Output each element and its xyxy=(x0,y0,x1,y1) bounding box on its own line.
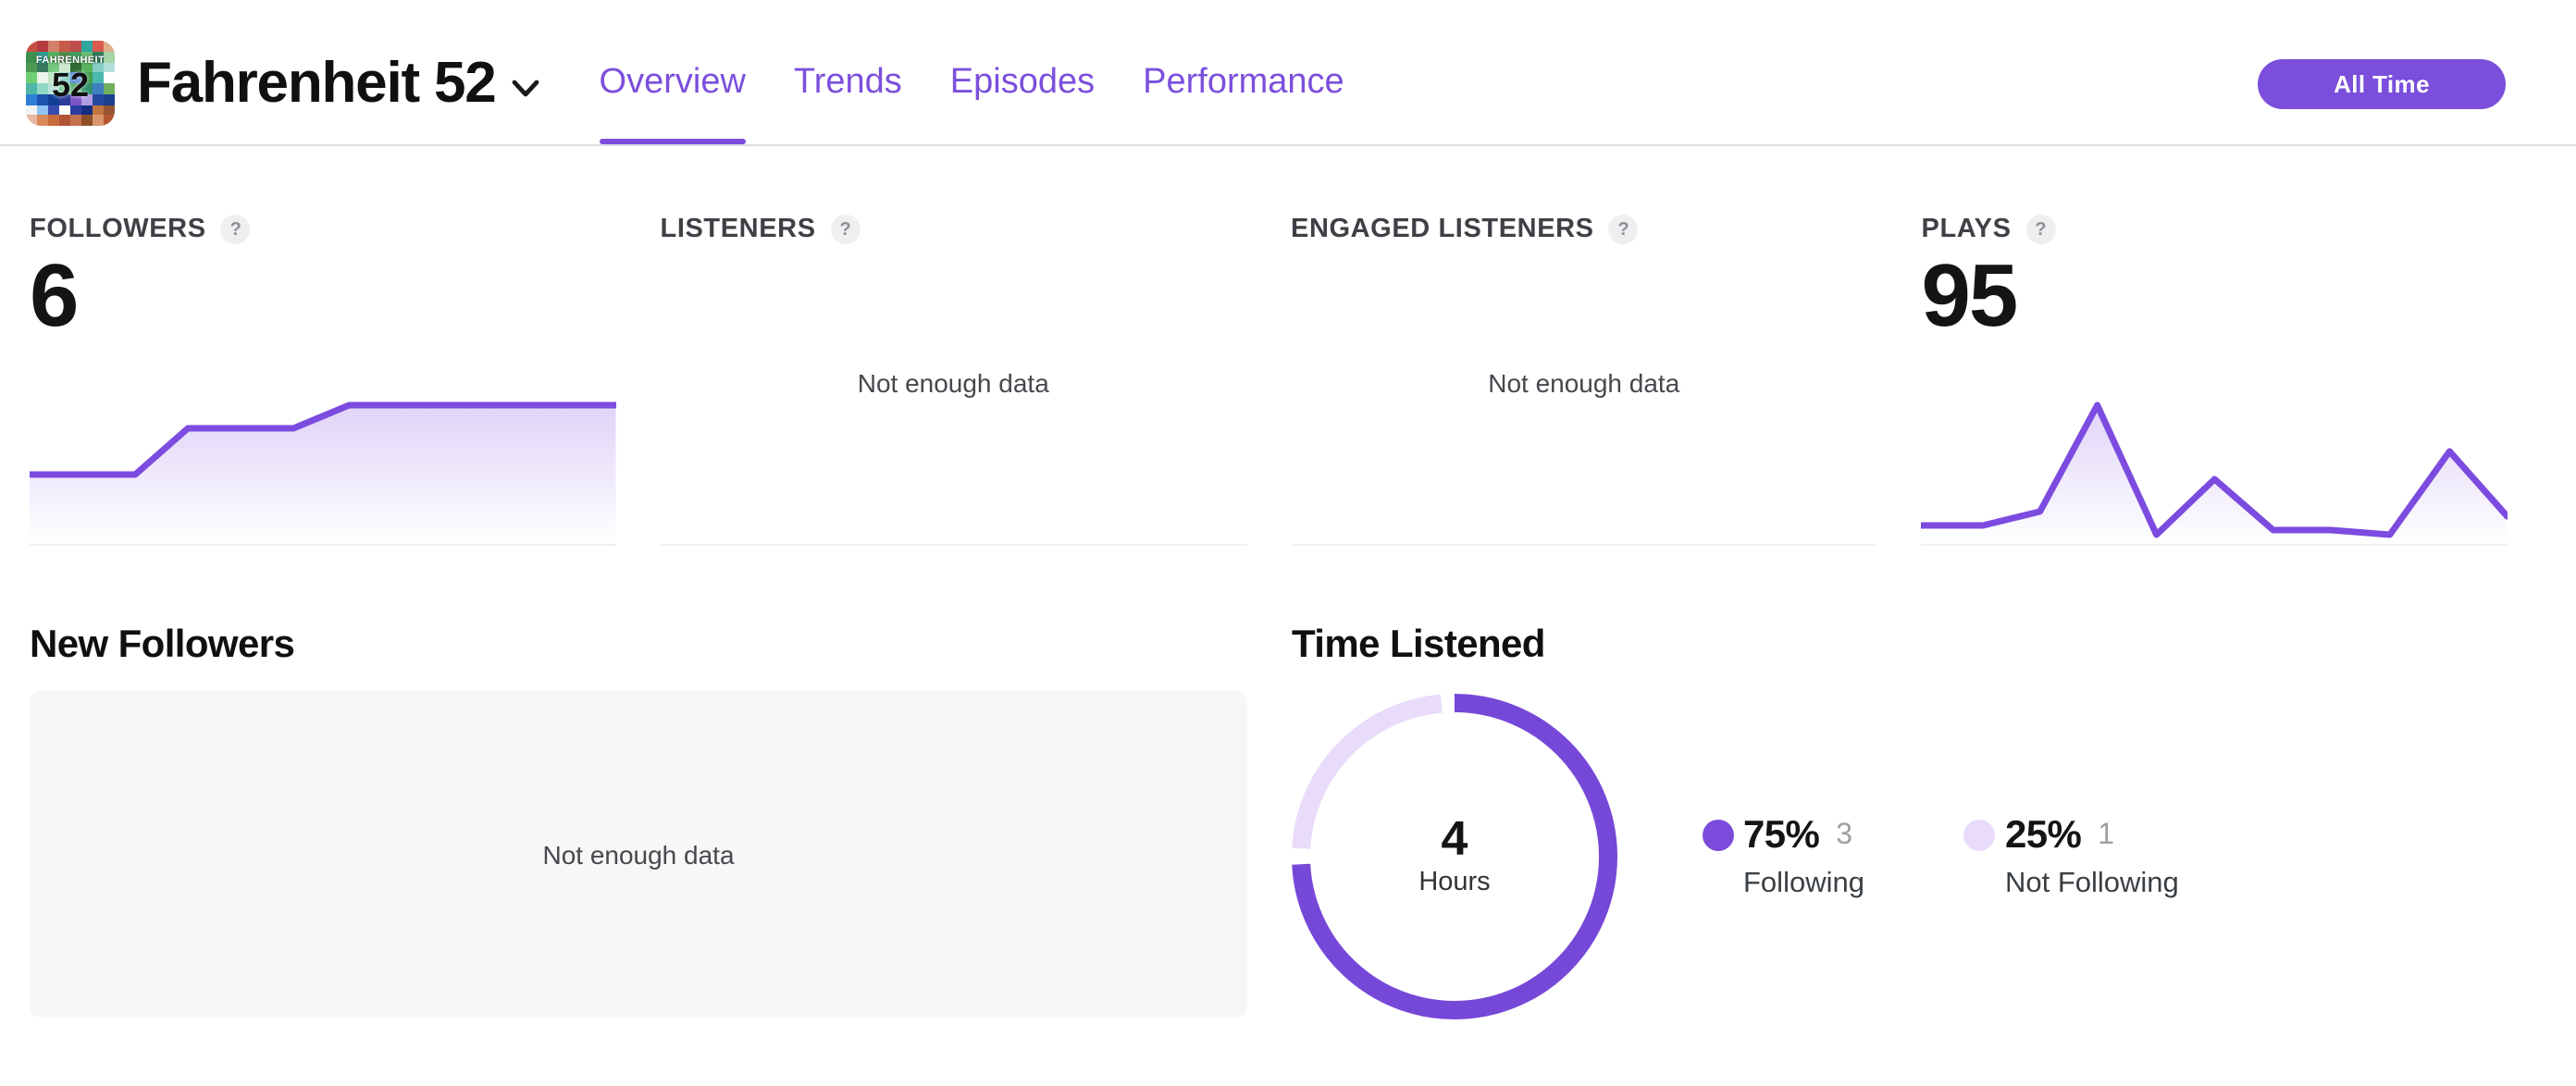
time-listened-section: Time Listened 4 Hours 75% 3 Following 25… xyxy=(1292,622,2508,1030)
nav-tabs: Overview Trends Episodes Performance xyxy=(599,22,1344,144)
stat-plays-label: PLAYS xyxy=(1921,215,2012,244)
new-followers-title: New Followers xyxy=(30,623,295,666)
page-title: Fahrenheit 52 xyxy=(137,50,497,115)
chevron-down-icon[interactable] xyxy=(511,79,540,97)
tab-overview[interactable]: Overview xyxy=(599,22,747,144)
header: FAHRENHEIT 52 Fahrenheit 52 Overview Tre… xyxy=(0,0,2576,146)
legend-dot-following xyxy=(1703,820,1734,851)
followers-sparkline-chart xyxy=(30,368,616,544)
new-followers-empty-panel: Not enough data xyxy=(30,690,1247,1018)
help-icon[interactable]: ? xyxy=(1608,215,1639,244)
new-followers-empty-text: Not enough data xyxy=(542,839,735,869)
donut-legend: 75% 3 Following 25% 1 Not Following xyxy=(1703,813,2179,900)
legend-label-not-following: Not Following xyxy=(2004,867,2179,898)
show-artwork-text-number: 52 xyxy=(51,67,90,104)
legend-percent-not-following: 25% xyxy=(2004,813,2082,856)
show-switcher[interactable]: FAHRENHEIT 52 Fahrenheit 52 xyxy=(26,41,540,126)
stat-followers-label: FOLLOWERS xyxy=(30,215,206,244)
legend-count-following: 3 xyxy=(1836,819,1853,850)
help-icon[interactable]: ? xyxy=(2025,215,2056,244)
stat-followers: FOLLOWERS ? 6 xyxy=(30,209,616,546)
legend-percent-following: 75% xyxy=(1743,813,1820,856)
new-followers-section: New Followers Not enough data xyxy=(30,622,1247,1030)
stat-listeners-empty-text: Not enough data xyxy=(857,368,1049,398)
tab-performance[interactable]: Performance xyxy=(1143,22,1344,144)
stat-followers-value: 6 xyxy=(30,248,79,346)
stat-engaged-listeners-label: ENGAGED LISTENERS xyxy=(1291,215,1594,244)
stat-engaged-listeners: ENGAGED LISTENERS ? Not enough data xyxy=(1291,209,1877,546)
legend-label-following: Following xyxy=(1743,867,1864,898)
stat-listeners-label: LISTENERS xyxy=(660,215,816,244)
analytics-dashboard: FAHRENHEIT 52 Fahrenheit 52 Overview Tre… xyxy=(0,0,2576,1086)
stat-listeners: LISTENERS ? Not enough data xyxy=(660,209,1246,546)
time-range-button[interactable]: All Time xyxy=(2258,58,2506,108)
help-icon[interactable]: ? xyxy=(220,215,251,244)
time-listened-donut-chart: 4 Hours xyxy=(1281,683,1629,1030)
tab-episodes[interactable]: Episodes xyxy=(950,22,1095,144)
legend-count-not-following: 1 xyxy=(2098,819,2115,850)
help-icon[interactable]: ? xyxy=(830,215,861,244)
stat-plays: PLAYS ? 95 xyxy=(1921,209,2508,546)
legend-item-not-following: 25% 1 Not Following xyxy=(1963,813,2179,900)
donut-svg xyxy=(1292,694,1617,1019)
stat-engaged-listeners-empty-text: Not enough data xyxy=(1488,368,1680,398)
time-listened-title: Time Listened xyxy=(1292,623,1545,666)
tab-trends[interactable]: Trends xyxy=(794,22,902,144)
legend-dot-not-following xyxy=(1963,820,1996,851)
plays-sparkline-chart xyxy=(1921,368,2508,544)
bottom-sections: New Followers Not enough data Time Liste… xyxy=(0,622,2576,1030)
show-artwork: FAHRENHEIT 52 xyxy=(26,41,115,126)
stat-plays-value: 95 xyxy=(1921,248,2019,346)
legend-item-following: 75% 3 Following xyxy=(1703,813,1864,900)
show-artwork-text-top: FAHRENHEIT xyxy=(35,56,105,67)
stats-row: FOLLOWERS ? 6 LISTENERS ? Not enough dat… xyxy=(0,209,2576,546)
